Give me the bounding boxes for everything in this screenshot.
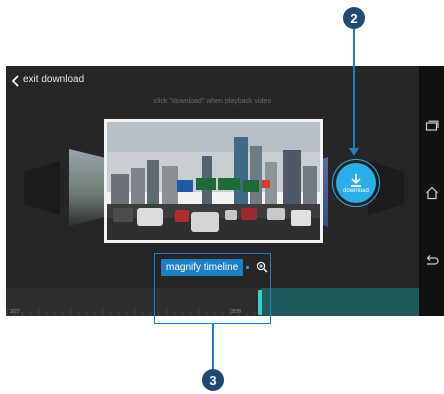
timeline-tick <box>150 312 151 316</box>
back-arrow-icon <box>426 255 439 265</box>
timeline-recorded-segment <box>261 288 419 316</box>
download-button[interactable]: download <box>332 159 380 207</box>
recent-apps-button[interactable] <box>419 114 444 138</box>
timeline-tick <box>30 312 31 316</box>
timeline-tick <box>406 312 407 316</box>
callout-badge-download: 2 <box>343 7 365 29</box>
timeline-tick <box>70 308 71 316</box>
download-label: download <box>343 187 369 194</box>
timeline-tick <box>46 312 47 316</box>
carousel-left-thumb[interactable] <box>69 149 107 226</box>
video-thumbnail-frame[interactable] <box>104 119 323 243</box>
download-button-inner[interactable]: download <box>336 163 376 203</box>
timeline-tick <box>326 308 327 316</box>
timeline-tick <box>22 312 23 316</box>
callout-line-download <box>353 29 355 153</box>
timeline-tick <box>414 312 415 316</box>
system-back-button[interactable] <box>419 249 444 273</box>
timeline-tick <box>302 312 303 316</box>
timeline-tick <box>14 312 15 316</box>
timeline-tick <box>94 312 95 316</box>
timeline-tick <box>110 312 111 316</box>
video-thumbnail-image <box>107 122 320 240</box>
timeline-tick <box>382 312 383 316</box>
timeline-tick <box>126 312 127 316</box>
top-bar: exit download <box>6 66 419 96</box>
exit-download-link[interactable]: exit download <box>23 74 84 85</box>
timeline-tick <box>366 312 367 316</box>
callout-line-timeline <box>212 324 214 370</box>
carousel-left-far[interactable] <box>24 161 60 215</box>
timeline-tick <box>38 308 39 316</box>
callout-badge-timeline: 3 <box>202 369 224 391</box>
timeline-tick <box>54 312 55 316</box>
hint-text: click "download" when playback video <box>153 98 272 105</box>
timeline-tick <box>142 312 143 316</box>
timeline-tick <box>286 312 287 316</box>
timeline-tick <box>102 308 103 316</box>
recent-apps-icon <box>425 120 439 131</box>
timeline-tick <box>334 312 335 316</box>
timeline-tick <box>342 312 343 316</box>
timeline-tick <box>398 312 399 316</box>
timeline-tick <box>374 312 375 316</box>
timeline-tick <box>62 312 63 316</box>
timeline-tick <box>118 312 119 316</box>
chevron-left-icon[interactable] <box>10 73 24 89</box>
timeline-tick <box>358 308 359 316</box>
callout-arrowhead-icon <box>349 148 359 156</box>
timeline-tick <box>350 312 351 316</box>
timeline-tick <box>86 312 87 316</box>
callout-box-timeline <box>154 253 271 324</box>
timeline-tick <box>278 312 279 316</box>
timeline-tick <box>6 308 7 316</box>
timeline-tick <box>294 308 295 316</box>
timeline-tick <box>390 308 391 316</box>
timeline-tick <box>134 308 135 316</box>
system-nav-bar <box>419 66 444 316</box>
timeline-tick <box>318 312 319 316</box>
timeline-tick <box>78 312 79 316</box>
timeline-tick <box>310 312 311 316</box>
download-arrow-icon <box>351 173 361 187</box>
home-icon <box>425 186 438 200</box>
home-button[interactable] <box>419 181 444 205</box>
